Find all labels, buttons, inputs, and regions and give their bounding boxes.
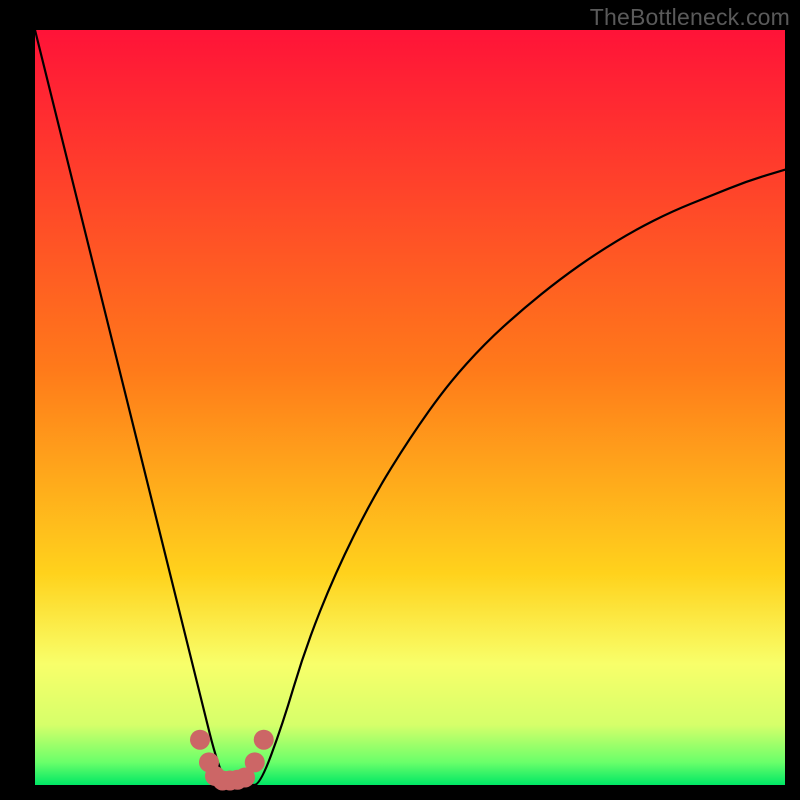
chart-svg <box>0 0 800 800</box>
chart-frame: TheBottleneck.com <box>0 0 800 800</box>
marker-dot <box>190 730 210 750</box>
marker-dot <box>254 730 274 750</box>
plot-background <box>35 30 785 785</box>
watermark-text: TheBottleneck.com <box>590 4 790 31</box>
marker-dot <box>245 752 265 772</box>
